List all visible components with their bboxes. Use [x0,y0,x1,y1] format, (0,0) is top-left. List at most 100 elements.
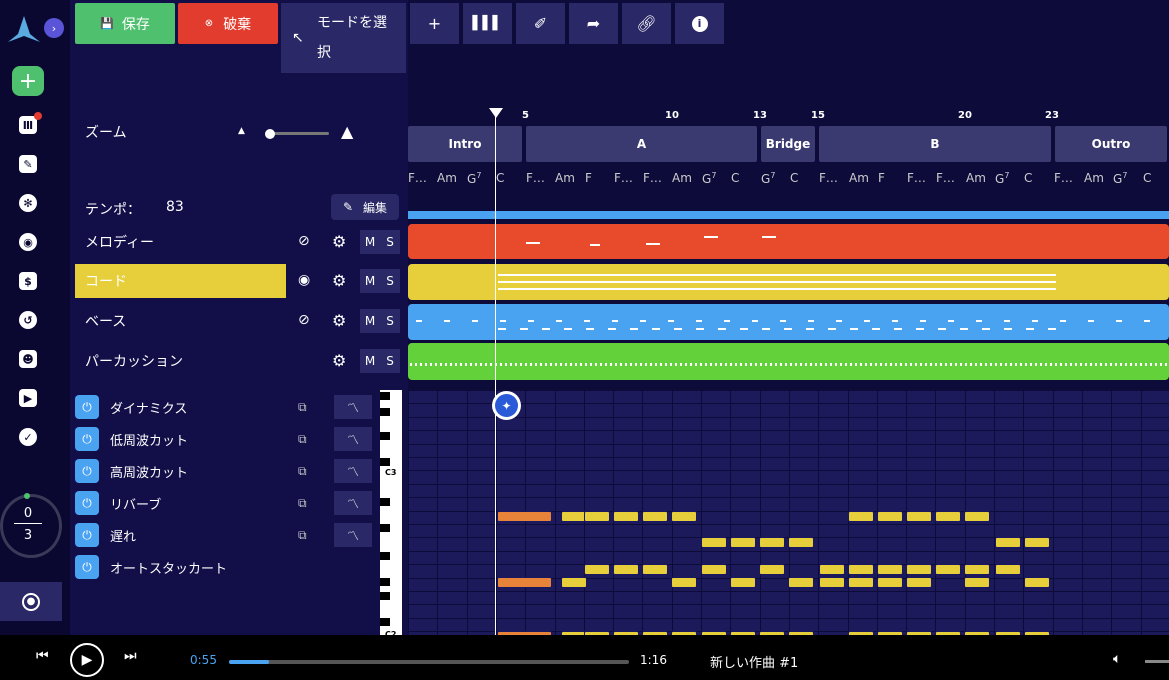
chord-label[interactable]: F [878,171,885,185]
check-icon[interactable]: ✓ [18,427,38,447]
mute-button[interactable]: M [360,269,380,293]
note-block[interactable] [671,577,697,588]
dollar-icon[interactable]: $ [18,271,38,291]
note-block[interactable] [642,564,668,575]
chord-label[interactable]: G7 [467,171,481,186]
note-block[interactable] [1024,577,1050,588]
play-button[interactable]: ▶ [70,643,104,677]
solo-button[interactable]: S [380,269,400,293]
note-block[interactable] [1024,537,1050,548]
note-block[interactable] [497,577,552,588]
track-percussion[interactable]: パーカッション [75,344,286,378]
link-button[interactable]: 🔗︎ [622,3,671,44]
section-bridge[interactable]: Bridge [761,126,815,162]
note-block[interactable] [642,511,668,522]
zoom-out-icon[interactable]: ▲ [238,126,245,136]
expand-icon[interactable]: › [44,18,64,38]
note-block[interactable] [613,564,639,575]
chord-label[interactable]: F [585,171,592,185]
copy-icon[interactable]: ⧉ [298,432,307,447]
power-icon[interactable]: ⏻ [75,523,99,547]
power-icon[interactable]: ⏻ [75,459,99,483]
playhead-handle[interactable] [489,108,503,118]
pen-icon[interactable]: ✎ [18,154,38,174]
note-block[interactable] [497,511,552,522]
copy-icon[interactable]: ⧉ [298,464,307,479]
chord-label[interactable]: C [731,171,739,185]
chord-label[interactable]: F… [643,171,662,185]
note-block[interactable] [701,537,727,548]
note-block[interactable] [935,511,961,522]
wand-button[interactable]: ✐ [516,3,565,44]
add-button[interactable]: + [410,3,459,44]
chord-label[interactable]: F… [614,171,633,185]
automation-button[interactable]: 〽 [334,491,372,515]
new-icon[interactable]: + [12,66,44,96]
bass-lane[interactable] [408,304,1169,340]
note-block[interactable] [788,577,814,588]
note-block[interactable] [877,577,903,588]
mute-button[interactable]: M [360,349,380,373]
piano-keyboard[interactable]: C3 C2 [380,390,402,635]
section-outro[interactable]: Outro [1055,126,1167,162]
section-b[interactable]: B [819,126,1051,162]
chord-label[interactable]: F… [819,171,838,185]
chord-label[interactable]: Am [966,171,986,185]
gear-icon[interactable]: ⚙ [332,311,346,330]
automation-button[interactable]: 〽 [334,459,372,483]
note-block[interactable] [848,564,874,575]
history-icon[interactable]: ↺ [18,310,38,330]
chord-label[interactable]: C [790,171,798,185]
mute-button[interactable]: M [360,230,380,254]
solo-button[interactable]: S [380,349,400,373]
note-block[interactable] [671,511,697,522]
info-button[interactable]: i [675,3,724,44]
note-block[interactable] [848,511,874,522]
fan-icon[interactable]: ✻ [18,193,38,213]
hidden-eye-icon[interactable]: ⊘ [298,312,310,328]
note-block[interactable] [819,577,845,588]
tempo-edit-button[interactable]: ✎ 編集 [331,194,399,220]
broadcast-icon[interactable]: ◉ [18,232,38,252]
chord-label[interactable]: F… [936,171,955,185]
chord-label[interactable]: Am [672,171,692,185]
solo-button[interactable]: S [380,309,400,333]
chord-label[interactable]: G7 [761,171,775,186]
previous-icon[interactable]: ⏮ [36,648,49,664]
automation-button[interactable]: 〽 [334,523,372,547]
chord-label[interactable]: Am [555,171,575,185]
power-icon[interactable]: ⏻ [75,555,99,579]
gear-icon[interactable]: ⚙ [332,232,346,251]
note-block[interactable] [788,537,814,548]
melody-lane[interactable] [408,224,1169,259]
volume-icon[interactable]: 🔈︎ [1113,651,1121,667]
note-block[interactable] [848,577,874,588]
track-melody[interactable]: メロディー [75,225,286,259]
chord-label[interactable]: C [1024,171,1032,185]
chord-label[interactable]: G7 [995,171,1009,186]
chord-label[interactable]: F… [1054,171,1073,185]
power-icon[interactable]: ⏻ [75,491,99,515]
chord-label[interactable]: F… [408,171,427,185]
chord-label[interactable]: C [496,171,504,185]
chord-label[interactable]: G7 [702,171,716,186]
chord-label[interactable]: Am [1084,171,1104,185]
chord-label[interactable]: G7 [1113,171,1127,186]
eye-icon[interactable]: ◉ [298,272,310,288]
hidden-eye-icon[interactable]: ⊘ [298,233,310,249]
chord-label[interactable]: F… [526,171,545,185]
note-block[interactable] [584,564,610,575]
share-button[interactable]: ➦ [569,3,618,44]
note-block[interactable] [877,564,903,575]
note-block[interactable] [730,577,756,588]
discard-button[interactable]: ⊗ 破棄 [178,3,278,44]
percussion-lane[interactable] [408,343,1169,380]
user-icon[interactable]: ● [0,582,62,621]
note-block[interactable] [906,577,932,588]
zoom-slider-thumb[interactable] [265,129,275,139]
zoom-in-icon[interactable]: ▲ [341,122,353,141]
save-button[interactable]: 💾 保存 [75,3,175,44]
volume-slider[interactable] [1145,660,1169,663]
add-note-button[interactable]: ✦ [492,391,521,420]
note-block[interactable] [701,564,727,575]
